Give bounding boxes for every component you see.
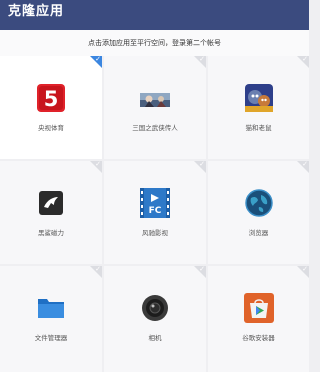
globe-icon — [244, 189, 273, 217]
film-icon: FC — [140, 188, 170, 218]
app-tile-file-manager[interactable]: ✓ 文件管理器 — [0, 266, 102, 372]
selected-check-icon: ✓ — [90, 56, 102, 68]
unselected-check-icon: ✓ — [194, 56, 206, 68]
app-label: 三国之武侠传人 — [132, 124, 178, 132]
app-tile-cctv5[interactable]: ✓ 5 央视体育 — [0, 56, 102, 159]
app-label: 黑鲨磁力 — [38, 229, 64, 237]
cctv5-icon: 5 — [37, 84, 65, 112]
shark-icon — [39, 191, 63, 215]
app-tile-browser[interactable]: ✓ 浏览器 — [208, 161, 309, 264]
app-tile-fengchi[interactable]: ✓ FC 风驰影视 — [104, 161, 206, 264]
svg-text:FC: FC — [149, 206, 162, 216]
app-label: 文件管理器 — [34, 334, 68, 342]
app-tile-google-installer[interactable]: ✓ 谷歌安装器 — [208, 266, 309, 372]
svg-text:5: 5 — [44, 87, 59, 111]
unselected-check-icon: ✓ — [297, 56, 309, 68]
unselected-check-icon: ✓ — [297, 266, 309, 278]
app-header: 克隆应用 — [0, 0, 309, 30]
app-tile-sanguo[interactable]: ✓ 三国之武侠传人 — [104, 56, 206, 159]
hint-text: 点击添加应用至平行空间，登录第二个帐号 — [0, 30, 309, 56]
unselected-check-icon: ✓ — [297, 161, 309, 173]
app-label: 相机 — [148, 334, 162, 342]
app-label: 风驰影视 — [142, 229, 168, 237]
unselected-check-icon: ✓ — [194, 161, 206, 173]
unselected-check-icon: ✓ — [90, 161, 102, 173]
app-tile-camera[interactable]: ✓ 相机 — [104, 266, 206, 372]
app-label: 浏览器 — [248, 229, 269, 237]
app-label: 猫和老鼠 — [245, 124, 272, 132]
app-grid: ✓ 5 央视体育 ✓ 三国之武侠传人 ✓ 猫和老鼠 ✓ 黑鲨磁力 ✓ FC 风驰… — [0, 56, 309, 372]
app-tile-black-shark[interactable]: ✓ 黑鲨磁力 — [0, 161, 102, 264]
camera-icon — [141, 294, 169, 322]
unselected-check-icon: ✓ — [90, 266, 102, 278]
app-tile-tom-jerry[interactable]: ✓ 猫和老鼠 — [208, 56, 309, 159]
google-installer-icon — [243, 293, 274, 323]
tom-jerry-icon — [244, 84, 273, 112]
unselected-check-icon: ✓ — [194, 266, 206, 278]
game-banner-icon — [140, 92, 170, 107]
page-title: 克隆应用 — [8, 4, 65, 19]
app-label: 谷歌安装器 — [242, 334, 275, 342]
app-label: 央视体育 — [38, 124, 64, 132]
folder-icon — [37, 296, 65, 320]
